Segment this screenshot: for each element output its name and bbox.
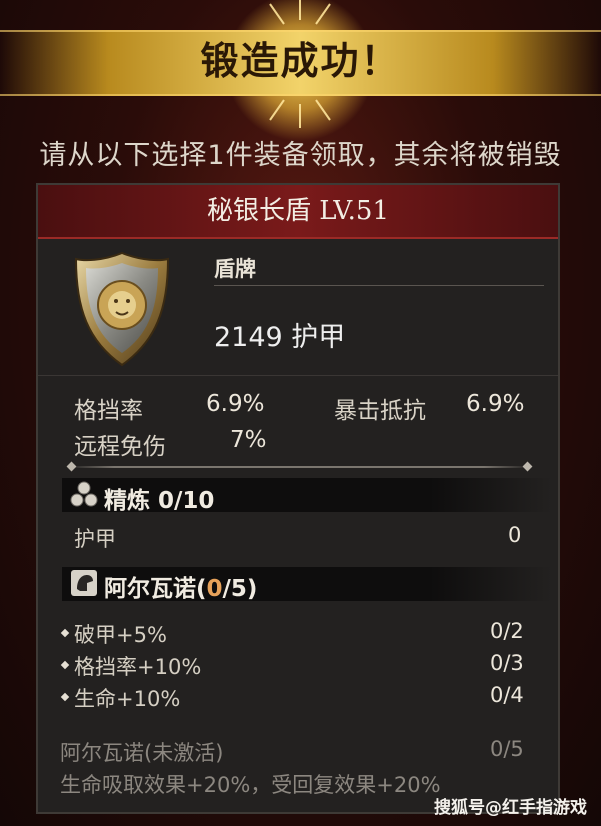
- set-bonus-value: 0/3: [490, 651, 524, 675]
- stat-block-rate-value: 6.9%: [206, 391, 265, 417]
- set-helmet-icon: [71, 570, 97, 596]
- set-title-suffix: /5): [222, 576, 258, 602]
- set-bonus-label: 破甲+5%: [74, 623, 167, 647]
- refine-hexagon-icon: [70, 481, 98, 507]
- refine-title: 精炼 0/10: [104, 488, 215, 514]
- item-name: 秘银长盾 LV.51: [38, 185, 558, 239]
- stat-crit-resist-value: 6.9%: [466, 391, 525, 417]
- stats-divider: [68, 466, 530, 468]
- set-bonus-value: 0/2: [490, 619, 524, 643]
- set-title: 阿尔瓦诺(0/5): [104, 569, 257, 603]
- divider-end-right: [522, 461, 533, 472]
- selection-instruction: 请从以下选择1件装备领取，其余将被销毁: [39, 140, 562, 171]
- stat-block-rate-label: 格挡率: [74, 398, 143, 424]
- stat-ranged-reduction-value: 7%: [230, 427, 267, 453]
- bullet-icon: [60, 660, 70, 670]
- item-summary: 盾牌 2149 护甲: [38, 239, 558, 376]
- banner-title: 锻造成功！: [200, 39, 401, 83]
- stat-crit-resist-label: 暴击抵抗: [334, 398, 426, 424]
- item-type: 盾牌: [214, 257, 256, 281]
- bullet-icon: [60, 692, 70, 702]
- stat-ranged-reduction-label: 远程免伤: [74, 434, 166, 460]
- set-title-prefix: 阿尔瓦诺(: [104, 576, 207, 602]
- set-bonus-label: 格挡率+10%: [74, 655, 202, 679]
- bullet-icon: [60, 628, 70, 638]
- set-bonus-label: 生命+10%: [74, 687, 181, 711]
- set-inactive-description: 生命吸取效果+20%，受回复效果+20%: [60, 773, 441, 797]
- divider-end-left: [66, 461, 77, 472]
- item-card[interactable]: 秘银长盾 LV.51 盾牌 2149 护甲 格挡率 6.9% 暴击抵抗 6.9%…: [36, 183, 560, 814]
- watermark-text: 搜狐号@红手指游戏: [434, 798, 587, 818]
- type-divider: [214, 285, 544, 286]
- set-title-count: 0: [206, 576, 223, 602]
- lion-shield-icon: [74, 251, 170, 367]
- set-inactive-label: 阿尔瓦诺(未激活): [60, 741, 224, 765]
- set-bonus-value: 0/4: [490, 683, 524, 707]
- set-inactive-value: 0/5: [490, 737, 524, 761]
- refine-armor-value: 0: [508, 523, 522, 547]
- armor-value: 2149 护甲: [214, 322, 346, 353]
- refine-armor-label: 护甲: [74, 527, 116, 551]
- forge-success-banner: 锻造成功！: [0, 0, 601, 142]
